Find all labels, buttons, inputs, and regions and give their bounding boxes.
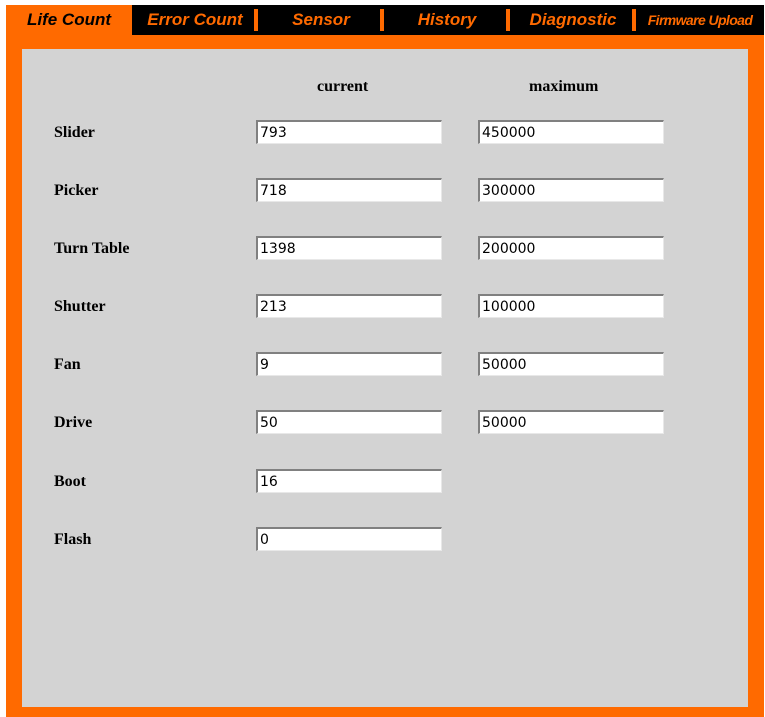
tab-label-sensor: Sensor — [292, 10, 350, 29]
shutter-current-field[interactable] — [256, 294, 442, 318]
column-header-maximum: maximum — [529, 78, 599, 95]
tab-label-error-count: Error Count — [147, 10, 243, 29]
picker-current-field[interactable] — [256, 178, 442, 202]
turn-table-maximum-field[interactable] — [478, 236, 664, 260]
slider-maximum-field[interactable] — [478, 120, 664, 144]
tab-history[interactable]: History — [384, 5, 510, 35]
life-count-panel — [22, 49, 748, 707]
row-label-shutter: Shutter — [54, 298, 106, 315]
row-label-slider: Slider — [54, 124, 95, 141]
tab-label-life-count: Life Count — [26, 10, 112, 29]
turn-table-current-field[interactable] — [256, 236, 442, 260]
tab-bar: Life Count Error Count Sensor History Di… — [6, 5, 764, 35]
drive-maximum-field[interactable] — [478, 410, 664, 434]
row-label-flash: Flash — [54, 531, 92, 548]
slider-current-field[interactable] — [256, 120, 442, 144]
picker-maximum-field[interactable] — [478, 178, 664, 202]
column-header-current: current — [317, 78, 369, 95]
tab-label-diagnostic: Diagnostic — [529, 10, 617, 29]
tab-label-history: History — [417, 10, 477, 29]
row-label-picker: Picker — [54, 182, 99, 199]
tab-diagnostic[interactable]: Diagnostic — [510, 5, 636, 35]
tab-label-firmware-upload: Firmware Upload — [647, 12, 753, 28]
tab-error-count[interactable]: Error Count — [132, 5, 258, 35]
boot-current-field[interactable] — [256, 469, 442, 493]
tab-firmware-upload[interactable]: Firmware Upload — [636, 5, 764, 35]
drive-current-field[interactable] — [256, 410, 442, 434]
flash-current-field[interactable] — [256, 527, 442, 551]
row-label-fan: Fan — [54, 356, 81, 373]
row-label-boot: Boot — [54, 473, 86, 490]
fan-current-field[interactable] — [256, 352, 442, 376]
row-label-drive: Drive — [54, 414, 93, 431]
fan-maximum-field[interactable] — [478, 352, 664, 376]
tab-life-count[interactable]: Life Count — [6, 5, 132, 35]
tab-sensor[interactable]: Sensor — [258, 5, 384, 35]
shutter-maximum-field[interactable] — [478, 294, 664, 318]
row-label-turn-table: Turn Table — [54, 240, 130, 257]
